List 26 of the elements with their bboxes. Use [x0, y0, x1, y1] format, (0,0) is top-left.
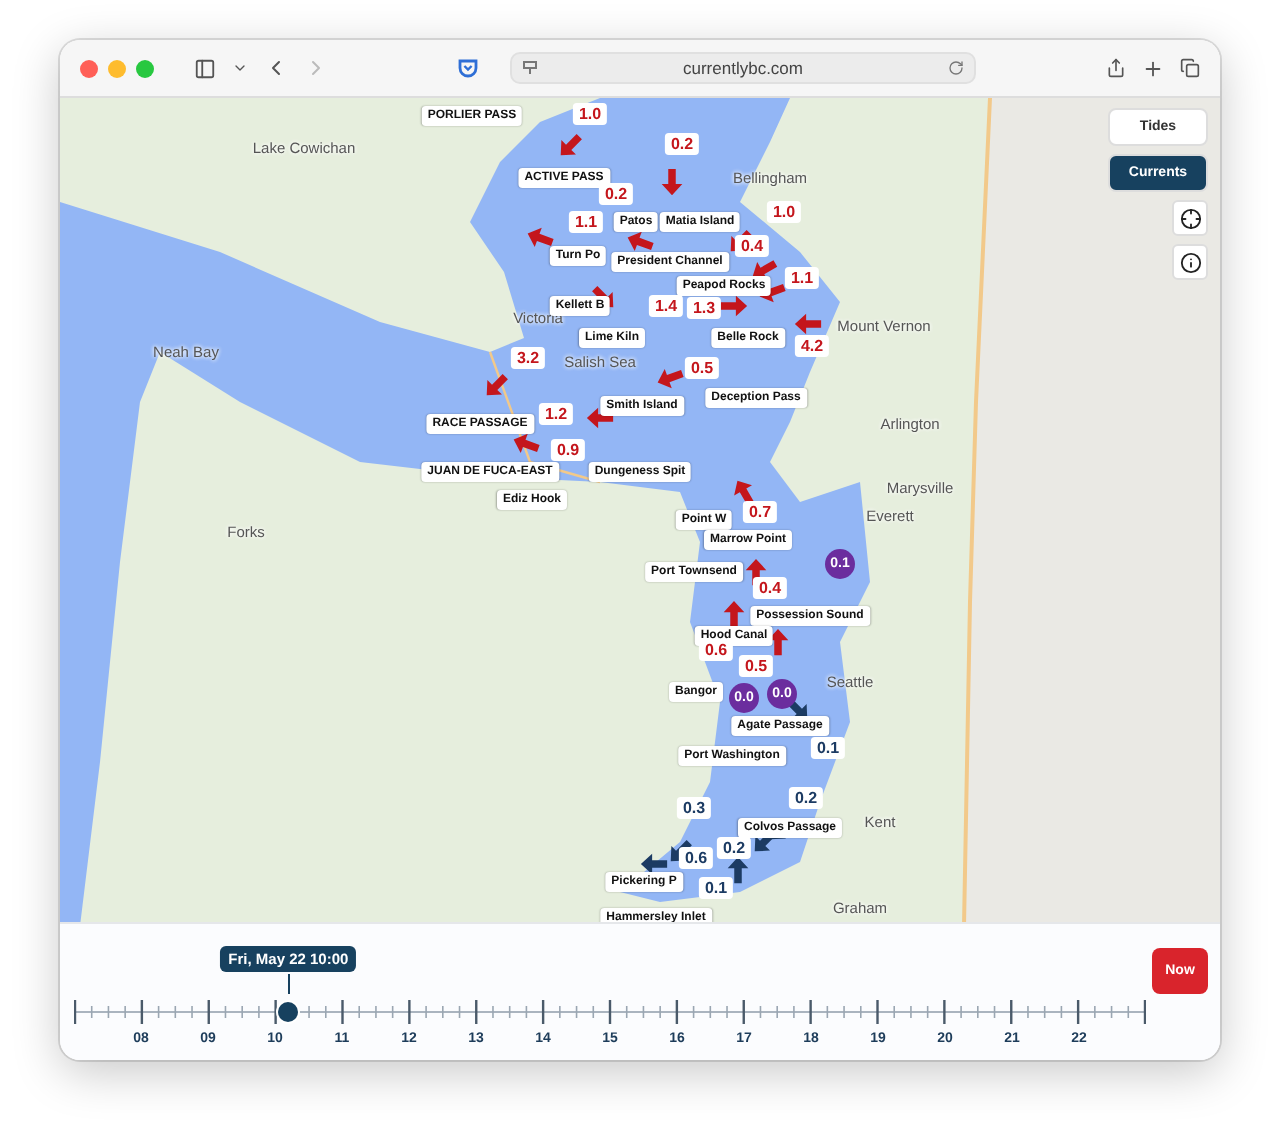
- current-speed[interactable]: 0.6: [698, 639, 734, 661]
- current-speed[interactable]: 0.4: [734, 235, 770, 257]
- address-field[interactable]: currentlybc.com: [510, 52, 976, 84]
- current-speed[interactable]: 0.2: [598, 183, 634, 205]
- current-speed[interactable]: 0.2: [788, 787, 824, 809]
- current-speed[interactable]: 1.3: [686, 297, 722, 319]
- current-speed[interactable]: 1.0: [766, 201, 802, 223]
- current-speed[interactable]: 0.7: [742, 501, 778, 523]
- current-speed[interactable]: 0.2: [664, 133, 700, 155]
- current-speed[interactable]: 0.1: [698, 877, 734, 899]
- current-speed[interactable]: 1.4: [648, 295, 684, 317]
- current-speed[interactable]: 3.2: [510, 347, 546, 369]
- current-speed[interactable]: 0.9: [550, 439, 586, 461]
- current-speed[interactable]: 0.5: [684, 357, 720, 379]
- current-speed[interactable]: 0.1: [810, 737, 846, 759]
- current-speed[interactable]: 0.3: [676, 797, 712, 819]
- url-text: currentlybc.com: [683, 58, 803, 78]
- current-speed[interactable]: 1.1: [568, 211, 604, 233]
- current-speed[interactable]: 0.2: [716, 837, 752, 859]
- current-speed[interactable]: 0.4: [752, 577, 788, 599]
- current-speed[interactable]: 0.6: [678, 847, 714, 869]
- current-speed[interactable]: 1.0: [572, 103, 608, 125]
- current-speed[interactable]: 1.1: [784, 267, 820, 289]
- current-speed[interactable]: 4.2: [794, 335, 830, 357]
- current-speed[interactable]: 1.2: [538, 403, 574, 425]
- current-speed[interactable]: 0.5: [738, 655, 774, 677]
